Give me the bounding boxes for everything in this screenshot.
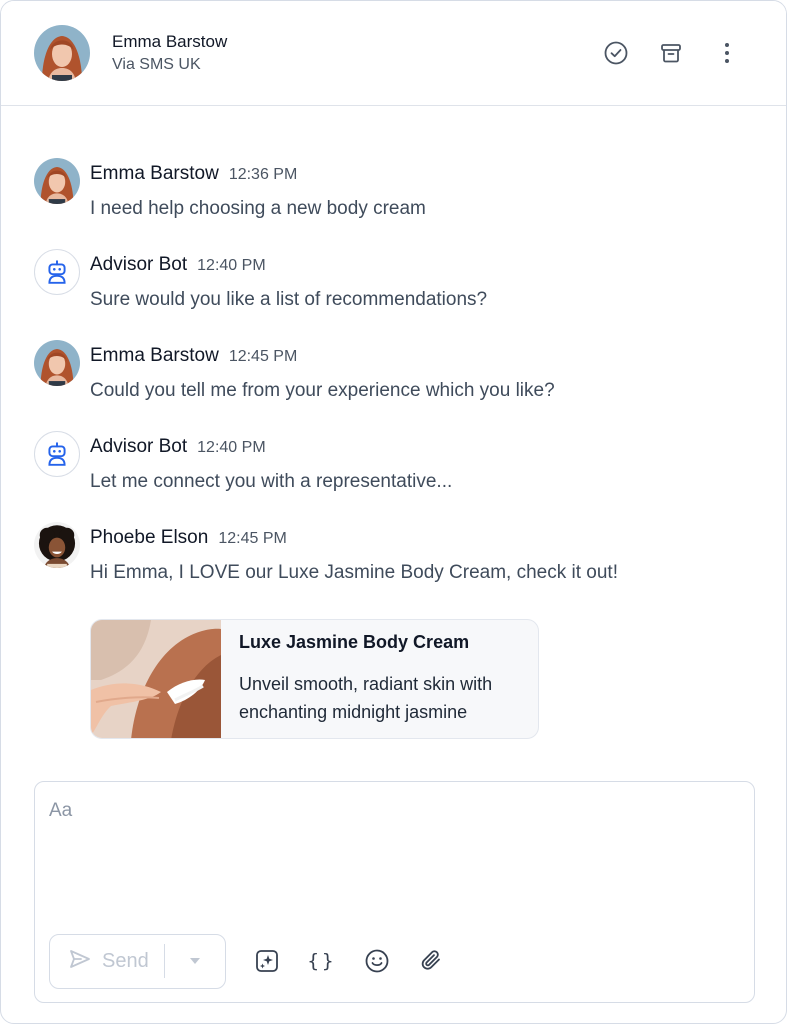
more-vertical-icon[interactable]: [713, 39, 741, 67]
message-input[interactable]: [35, 782, 754, 922]
product-description: Unveil smooth, radiant skin with enchant…: [239, 674, 493, 722]
message-header: Emma Barstow 12:45 PM: [90, 345, 297, 367]
sender-name: Phoebe Elson: [90, 527, 209, 548]
sender-avatar: [34, 158, 80, 204]
message-item: Emma Barstow 12:36 PM I need help choosin…: [34, 158, 754, 228]
ai-sparkle-icon[interactable]: [252, 946, 282, 976]
sender-name: Emma Barstow: [90, 163, 219, 184]
send-label: Send: [102, 949, 149, 972]
sender-name: Advisor Bot: [90, 436, 188, 457]
message-text: I need help choosing a new body cream: [90, 198, 426, 219]
message-time: 12:45 PM: [218, 530, 287, 547]
message-text: Could you tell me from your experience w…: [90, 380, 555, 401]
check-circle-icon[interactable]: [602, 39, 630, 67]
product-card[interactable]: Luxe Jasmine Body Cream Unveil smooth, r…: [90, 619, 539, 739]
message-item: Phoebe Elson 12:45 PM Hi Emma, I LOVE our…: [34, 522, 754, 592]
paperclip-icon[interactable]: [417, 946, 447, 976]
braces-icon[interactable]: {}: [307, 946, 337, 976]
message-time: 12:40 PM: [197, 257, 266, 274]
sender-avatar: [34, 340, 80, 386]
message-header: Emma Barstow 12:36 PM: [90, 163, 297, 185]
message-composer: Send {}: [34, 781, 755, 1003]
message-header: Advisor Bot 12:40 PM: [90, 436, 266, 458]
bot-icon: [34, 249, 80, 295]
product-title: Luxe Jasmine Body Cream: [239, 632, 470, 652]
product-image: [91, 620, 221, 738]
message-text: Let me connect you with a representative…: [90, 471, 453, 492]
send-divider: [164, 944, 165, 978]
message-item: Advisor Bot 12:40 PM Let me connect you w…: [34, 431, 754, 501]
contact-channel: Via SMS UK: [112, 56, 201, 73]
archive-icon[interactable]: [657, 39, 685, 67]
message-time: 12:45 PM: [228, 348, 298, 365]
message-time: 12:36 PM: [228, 166, 298, 183]
emoji-icon[interactable]: [362, 946, 392, 976]
send-options-chevron-down-icon[interactable]: [166, 935, 224, 987]
sender-name: Advisor Bot: [90, 254, 188, 275]
bot-icon: [34, 431, 80, 477]
message-text: Hi Emma, I LOVE our Luxe Jasmine Body Cr…: [90, 562, 618, 583]
sender-avatar: [34, 522, 80, 568]
message-header: Phoebe Elson 12:45 PM: [90, 527, 287, 549]
contact-avatar[interactable]: [34, 25, 90, 81]
contact-name[interactable]: Emma Barstow: [112, 32, 227, 52]
message-item: Advisor Bot 12:40 PM Sure would you like …: [34, 249, 754, 319]
sender-name: Emma Barstow: [90, 345, 219, 366]
send-icon: [68, 947, 92, 976]
conversation-panel: Emma Barstow Via SMS UK Emma Barstow 12:3…: [0, 0, 787, 1024]
send-button[interactable]: Send: [50, 935, 165, 987]
message-time: 12:40 PM: [197, 439, 266, 456]
send-button-group: Send: [49, 934, 226, 989]
conversation-header: Emma Barstow Via SMS UK: [1, 1, 786, 106]
message-header: Advisor Bot 12:40 PM: [90, 254, 266, 276]
message-text: Sure would you like a list of recommenda…: [90, 289, 488, 310]
message-item: Emma Barstow 12:45 PM Could you tell me f…: [34, 340, 754, 410]
